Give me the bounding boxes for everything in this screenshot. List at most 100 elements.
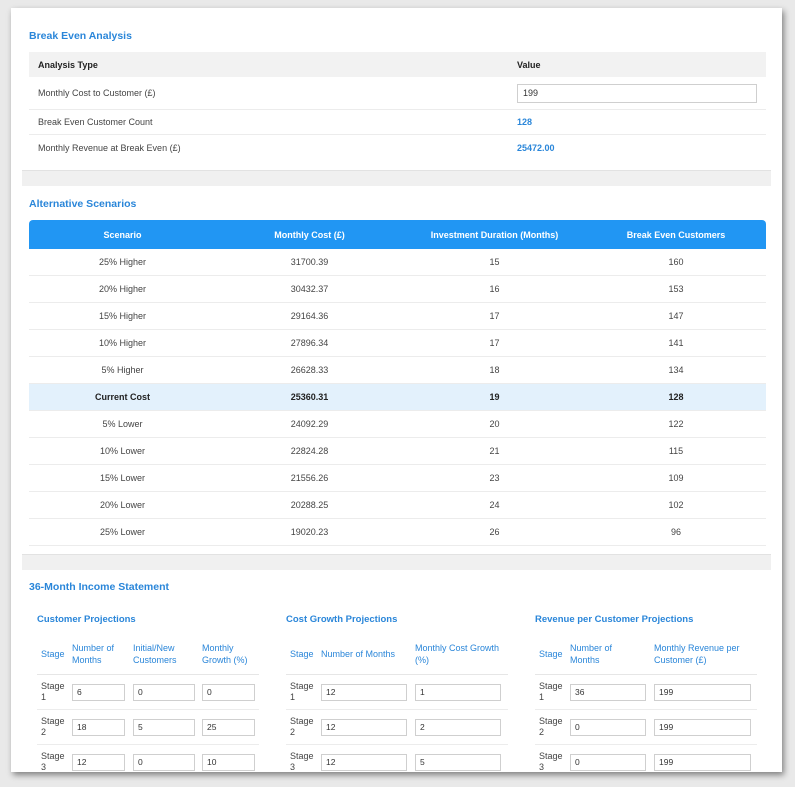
customers-header: Initial/New Customers <box>133 643 177 665</box>
months-cell: 12 <box>321 683 415 701</box>
duration-cell: 26 <box>489 527 500 537</box>
growth-input[interactable]: 25 <box>202 718 255 736</box>
monthly-cost-cell: 25360.31 <box>290 392 329 402</box>
cost-growth-row: Stage 1 12 1 <box>286 675 508 710</box>
scenario-row: 20% Lower 20288.25 24 102 <box>29 492 766 519</box>
scenario-cell: 20% Lower <box>99 500 146 510</box>
customers-cell: 147 <box>668 311 684 321</box>
duration-cell: 16 <box>489 284 500 294</box>
monthly-revenue-value: 25472.00 <box>517 143 555 153</box>
cost-growth-input[interactable]: 2 <box>415 718 501 736</box>
months-input[interactable]: 12 <box>321 718 407 736</box>
customer-projections-header: Stage Number of Months Initial/New Custo… <box>37 634 259 675</box>
cost-growth-projections-table: Stage Number of Months Monthly Cost Grow… <box>286 634 508 772</box>
stage-label: Stage 2 <box>290 716 314 737</box>
revenue-projections-title: Revenue per Customer Projections <box>535 614 694 625</box>
break-even-table: Analysis Type Value Monthly Cost to Cust… <box>29 52 766 161</box>
months-input[interactable]: 0 <box>570 718 646 736</box>
months-header: Number of Months <box>570 643 613 665</box>
months-input[interactable]: 36 <box>570 683 646 701</box>
customers-input[interactable]: 5 <box>133 718 195 736</box>
stage-label: Stage 2 <box>41 716 65 737</box>
page: Break Even Analysis Analysis Type Value … <box>11 8 782 772</box>
scenario-row: 5% Lower 24092.29 20 122 <box>29 411 766 438</box>
revenue-projection-row: Stage 1 36 199 <box>535 675 757 710</box>
months-input[interactable]: 18 <box>72 718 125 736</box>
revenue-input[interactable]: 199 <box>654 683 751 701</box>
stage-header: Stage <box>41 649 65 659</box>
current-scenario-row: Current Cost 25360.31 19 128 <box>29 384 766 411</box>
scenarios-header: Scenario Monthly Cost (£) Investment Dur… <box>29 220 766 249</box>
customers-cell: 5 <box>133 718 202 736</box>
growth-cell: 10 <box>202 753 259 771</box>
revenue-input[interactable]: 199 <box>654 718 751 736</box>
customers-input[interactable]: 0 <box>133 683 195 701</box>
cost-growth-row: Stage 2 12 2 <box>286 710 508 745</box>
customers-cell: 115 <box>668 446 684 456</box>
break-even-row: Break Even Customer Count 128 <box>29 110 766 135</box>
cost-growth-input[interactable]: 1 <box>415 683 501 701</box>
scenario-cell: 20% Higher <box>98 284 147 294</box>
scenario-cell: 15% Lower <box>99 473 146 483</box>
customers-cell: 109 <box>668 473 684 483</box>
scenario-row: 15% Higher 29164.36 17 147 <box>29 303 766 330</box>
scenario-row: 10% Higher 27896.34 17 141 <box>29 330 766 357</box>
stage-label: Stage 1 <box>290 681 314 702</box>
months-cell: 6 <box>72 683 133 701</box>
stage-label: Stage 2 <box>539 716 563 737</box>
stage-label: Stage 1 <box>41 681 65 702</box>
months-cell: 36 <box>570 683 654 701</box>
customer-projections-table: Stage Number of Months Initial/New Custo… <box>37 634 259 772</box>
revenue-cell: 199 <box>654 753 757 771</box>
scenario-header: Scenario <box>103 229 142 240</box>
scenario-cell: 25% Higher <box>98 257 147 267</box>
months-cell: 0 <box>570 753 654 771</box>
customers-cell: 0 <box>133 683 202 701</box>
duration-cell: 18 <box>489 365 500 375</box>
duration-cell: 19 <box>489 392 500 402</box>
months-input[interactable]: 12 <box>72 753 125 771</box>
growth-input[interactable]: 10 <box>202 753 255 771</box>
monthly-cost-cell: 29164.36 <box>290 311 329 321</box>
break-even-title: Break Even Analysis <box>29 30 132 42</box>
growth-input[interactable]: 0 <box>202 683 255 701</box>
monthly-cost-cell: 22824.28 <box>290 446 329 456</box>
customer-projection-row: Stage 3 12 0 10 <box>37 745 259 772</box>
revenue-input[interactable]: 199 <box>654 753 751 771</box>
scenario-row: 10% Lower 22824.28 21 115 <box>29 438 766 465</box>
months-cell: 12 <box>321 718 415 736</box>
scenario-cell: 5% Lower <box>102 419 143 429</box>
revenue-cell: 199 <box>654 718 757 736</box>
duration-cell: 24 <box>489 500 500 510</box>
months-cell: 12 <box>72 753 133 771</box>
cost-growth-cell: 1 <box>415 683 505 701</box>
monthly-cost-cell: 24092.29 <box>290 419 329 429</box>
months-cell: 0 <box>570 718 654 736</box>
monthly-cost-cell: 20288.25 <box>290 500 329 510</box>
months-input[interactable]: 12 <box>321 753 407 771</box>
scenario-row: 5% Higher 26628.33 18 134 <box>29 357 766 384</box>
stage-header: Stage <box>290 649 314 659</box>
duration-cell: 20 <box>489 419 500 429</box>
months-input[interactable]: 6 <box>72 683 125 701</box>
customers-cell: 153 <box>668 284 684 294</box>
scenario-cell: Current Cost <box>94 392 150 402</box>
monthly-cost-header: Monthly Cost (£) <box>274 229 345 240</box>
months-input[interactable]: 12 <box>321 683 407 701</box>
break-even-row: Monthly Revenue at Break Even (£) 25472.… <box>29 135 766 161</box>
cost-growth-input[interactable]: 5 <box>415 753 501 771</box>
customers-input[interactable]: 0 <box>133 753 195 771</box>
scenarios-title: Alternative Scenarios <box>29 198 137 210</box>
customer-projection-row: Stage 2 18 5 25 <box>37 710 259 745</box>
monthly-cost-input[interactable]: 199 <box>517 83 757 103</box>
months-input[interactable]: 0 <box>570 753 646 771</box>
customers-cell: 128 <box>668 392 684 402</box>
scenario-row: 25% Higher 31700.39 15 160 <box>29 249 766 276</box>
duration-cell: 23 <box>489 473 500 483</box>
monthly-cost-cell: 27896.34 <box>290 338 329 348</box>
cost-growth-header: Monthly Cost Growth (%) <box>415 643 500 665</box>
months-header: Number of Months <box>72 643 115 665</box>
cost-growth-projections-title: Cost Growth Projections <box>286 614 398 625</box>
revenue-projections-table: Stage Number of Months Monthly Revenue p… <box>535 634 757 772</box>
duration-cell: 15 <box>489 257 500 267</box>
